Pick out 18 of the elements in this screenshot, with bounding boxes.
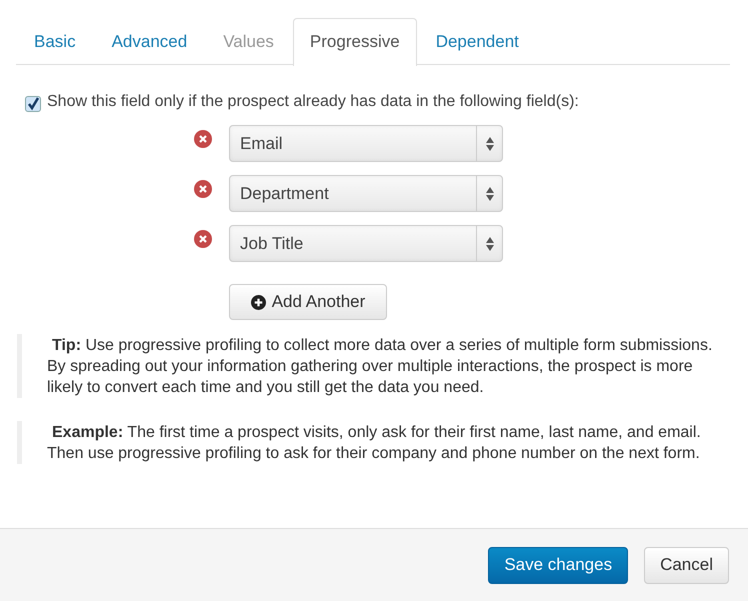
remove-icon[interactable]: [194, 230, 212, 248]
tab[interactable]: Progressive: [292, 18, 417, 66]
remove-icon[interactable]: [194, 130, 212, 148]
checkbox[interactable]: [25, 96, 41, 112]
checkbox-label: Show this field only if the prospect already has data in the following field(s):: [47, 93, 579, 111]
save-button[interactable]: Save changes: [488, 546, 628, 584]
note-text: Tip: Use progressive profiling to collect more data over a series of multiple form submissions. By spreading out your information gathering over multiple interactions, the prospect is more likely to convert each time and you still get the data you need.: [47, 336, 714, 398]
tab[interactable]: Dependent: [418, 18, 536, 64]
tab[interactable]: Basic: [17, 18, 93, 64]
plus-circle-icon: [250, 294, 266, 310]
tab[interactable]: Advanced: [94, 18, 204, 64]
select-field[interactable]: Job Title: [229, 225, 503, 262]
select-field[interactable]: Department: [229, 175, 503, 212]
add-another-button[interactable]: Add Another: [229, 284, 387, 320]
note-text: Example: The first time a prospect visits, only ask for their first name, last name, and email. Then use progressive profiling to ask for their company and phone number on the next form.: [47, 423, 702, 464]
remove-icon[interactable]: [194, 180, 212, 198]
cancel-button[interactable]: Cancel: [644, 546, 729, 584]
select-field[interactable]: Email: [229, 125, 503, 162]
